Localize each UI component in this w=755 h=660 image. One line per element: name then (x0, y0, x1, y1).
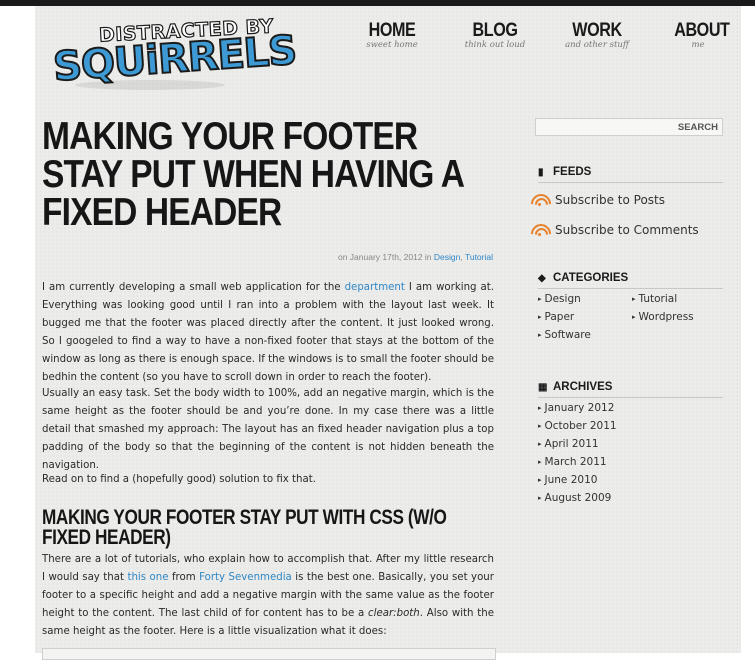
archive-item[interactable]: ▸ October 2011 (538, 420, 617, 432)
calendar-icon: ▦ (538, 382, 548, 393)
nav-home[interactable]: HOME sweet home (362, 20, 422, 60)
post-date: on January 17th, 2012 in (337, 252, 432, 262)
tag-icon: ◆ (538, 273, 546, 284)
section-heading: MAKING YOUR FOOTER STAY PUT WITH CSS (W/… (42, 506, 447, 549)
nav-blog-label: BLOG (472, 20, 518, 41)
category-wordpress[interactable]: ▸ Wordpress (632, 311, 694, 323)
search-button[interactable]: SEARCH (678, 122, 718, 133)
department-link[interactable]: department (345, 282, 405, 293)
rss-icon (526, 189, 556, 219)
search-input[interactable]: SEARCH (535, 118, 723, 136)
nav-about-label: ABOUT (674, 20, 730, 41)
feed-icon: ▮ (538, 167, 544, 178)
paragraph-1: I am currently developing a small web ap… (42, 282, 494, 383)
category-link-tutorial[interactable]: Tutorial (465, 252, 493, 262)
archive-item[interactable]: ▸ August 2009 (538, 492, 611, 504)
logo-shadow (75, 80, 225, 90)
paragraph-2: Usually an easy task. Set the body width… (42, 388, 494, 471)
category-software[interactable]: ▸ Software (538, 329, 591, 341)
archives-heading: ▦ ARCHIVES (538, 381, 723, 398)
category-design[interactable]: ▸ Design (538, 293, 581, 305)
nav-home-label: HOME (368, 20, 416, 41)
archive-item[interactable]: ▸ March 2011 (538, 456, 607, 468)
archive-item[interactable]: ▸ June 2010 (538, 474, 597, 486)
paragraph-3: Read on to find a (hopefully good) solut… (42, 474, 316, 485)
nav-work[interactable]: WORK and other stuff (562, 20, 632, 60)
categories-heading: ◆ CATEGORIES (538, 272, 723, 289)
category-tutorial[interactable]: ▸ Tutorial (632, 293, 677, 305)
archive-item[interactable]: ▸ January 2012 (538, 402, 614, 414)
subscribe-comments-link[interactable]: Subscribe to Comments (526, 219, 699, 249)
category-paper[interactable]: ▸ Paper (538, 311, 574, 323)
rss-icon (526, 219, 556, 249)
post-title[interactable]: MAKING YOUR FOOTER STAY PUT WHEN HAVING … (42, 117, 464, 232)
post-meta: on January 17th, 2012 in Design, Tutoria… (338, 252, 493, 262)
subscribe-posts-link[interactable]: Subscribe to Posts (526, 189, 665, 219)
nav-about[interactable]: ABOUT me (670, 20, 730, 60)
category-link-design[interactable]: Design (434, 252, 460, 262)
paragraph-4: There are a lot of tutorials, who explai… (42, 554, 494, 637)
nav-blog[interactable]: BLOG think out loud (463, 20, 527, 60)
site-logo[interactable]: DISTRACTED BY SQUiRRELS (51, 15, 299, 92)
feeds-heading: ▮ FEEDS (538, 166, 723, 183)
visualization-figure (42, 648, 496, 660)
nav-work-label: WORK (572, 20, 622, 41)
forty-sevenmedia-link[interactable]: Forty Sevenmedia (199, 572, 292, 583)
archive-item[interactable]: ▸ April 2011 (538, 438, 599, 450)
this-one-link[interactable]: this one (127, 572, 168, 583)
